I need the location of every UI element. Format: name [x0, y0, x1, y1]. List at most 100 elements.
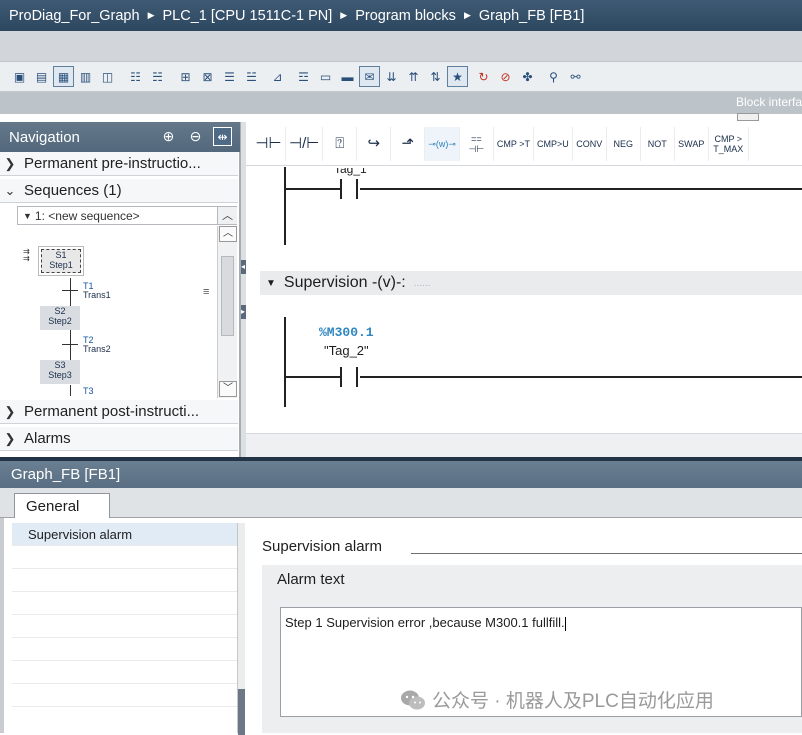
chevron-right-icon: ❯ [4, 430, 16, 446]
properties-splitter[interactable] [237, 523, 245, 735]
initial-step-icon: ⇉ ⇉ [23, 247, 30, 263]
window-controls-strip [0, 31, 802, 62]
cmp-t-max-button[interactable]: CMP > T_MAX [709, 126, 749, 161]
step-1[interactable]: S1 Step1 [38, 246, 84, 276]
insert-row-icon[interactable]: ⊞ [176, 67, 195, 86]
supervision-comment[interactable]: ...... [414, 278, 431, 289]
interface-splitter-handle[interactable] [737, 113, 759, 121]
breadcrumb-program-blocks[interactable]: Program blocks [355, 8, 456, 24]
list-item-supervision-alarm[interactable]: Supervision alarm [12, 523, 237, 545]
no-contact[interactable] [340, 367, 358, 387]
transition-number: T3 [83, 386, 94, 396]
dropdown-arrow-icon: ▼ [23, 210, 32, 221]
uncomment-icon[interactable]: ☱ [242, 67, 261, 86]
nav-row-post-instructions[interactable]: ❯ Permanent post-instructi... [0, 400, 238, 424]
comment-toggle-icon[interactable]: ✉ [359, 66, 380, 87]
sequence-link [70, 330, 71, 360]
compare-icon[interactable]: ✤ [518, 67, 537, 86]
transition-name: Trans1 [83, 290, 111, 300]
refresh-icon[interactable]: ↻ [474, 67, 493, 86]
delete-network-icon[interactable]: ☵ [148, 67, 167, 86]
insert-network-icon[interactable]: ☷ [126, 67, 145, 86]
comment-icon[interactable]: ☰ [220, 67, 239, 86]
delete-row-icon[interactable]: ⊠ [198, 67, 217, 86]
nav-row-label: Alarms [24, 430, 71, 447]
nav-row-label: Permanent pre-instructio... [24, 155, 201, 172]
nav-row-pre-instructions[interactable]: ❯ Permanent pre-instructio... [0, 152, 238, 176]
expand-icon[interactable]: ⇊ [382, 67, 401, 86]
sequence-overview: ⇉ ⇉ S1 Step1 T1 Trans1 S2 Step2 T2 Trans2… [17, 226, 217, 396]
print-icon[interactable]: ▤ [32, 67, 51, 86]
collapse-icon[interactable]: ⇈ [404, 67, 423, 86]
transition-1[interactable]: T1 Trans1 [83, 282, 111, 300]
nc-contact-icon[interactable]: ⊣/⊢ [286, 126, 324, 161]
neg-button[interactable]: NEG [607, 126, 641, 161]
download-icon[interactable]: ◫ [98, 67, 117, 86]
tab-general[interactable]: General [14, 493, 110, 519]
step-number: S1 [55, 250, 67, 260]
stop-icon[interactable]: ⊘ [496, 67, 515, 86]
step-3[interactable]: S3 Step3 [40, 360, 80, 384]
properties-title: Graph_FB [FB1] [0, 461, 802, 488]
transition-bar [62, 290, 78, 291]
scroll-down-icon[interactable]: ﹀ [219, 381, 237, 397]
block-interface-label[interactable]: Block interfa [736, 95, 802, 109]
breadcrumb-plc[interactable]: PLC_1 [CPU 1511C-1 PN] [163, 8, 333, 24]
supervision-coil-icon[interactable]: ⊸(w)⊸ [425, 126, 460, 161]
no-contact-icon[interactable]: ⊣⊢ [252, 126, 286, 161]
scroll-thumb[interactable] [221, 256, 234, 336]
open-branch-icon[interactable]: ↪ [357, 126, 392, 161]
sequence-dropdown[interactable]: ▼ 1: <new sequence> [17, 206, 237, 225]
supervision-section-header[interactable]: ▼ Supervision -(v)-: ...... [260, 271, 802, 295]
transition-2[interactable]: T2 Trans2 [83, 336, 111, 354]
zoom-in-icon[interactable]: ⊕ [159, 127, 178, 146]
splitter-grip[interactable] [238, 689, 245, 735]
breadcrumb-graph-fb[interactable]: Graph_FB [FB1] [479, 8, 585, 24]
tag-icon[interactable]: ⚲ [544, 67, 563, 86]
navigation-title: Navigation [9, 128, 80, 146]
power-rail [284, 167, 286, 245]
empty-box-icon[interactable]: ⍰ [323, 126, 358, 161]
breadcrumb-separator-icon: ▶ [340, 10, 348, 20]
monitor-icon[interactable]: ▦ [53, 66, 74, 87]
no-contact[interactable] [340, 179, 358, 199]
sequence-dropdown-value: 1: <new sequence> [34, 208, 140, 223]
tag-address[interactable]: %M300.1 [319, 325, 374, 340]
step-name: Step1 [49, 260, 73, 270]
collapse-triangle-icon: ▼ [266, 277, 276, 289]
compare-contact-icon[interactable]: == ⊣⊢ [460, 126, 494, 161]
alarm-text-label: Alarm text [277, 571, 345, 588]
overview-scrollbar[interactable]: ︿ ﹀ [217, 226, 237, 398]
compile-icon[interactable]: ▥ [76, 67, 95, 86]
tag-label[interactable]: "Tag_2" [324, 343, 369, 358]
favorites-icon[interactable]: ★ [447, 66, 468, 87]
ladder-wire [360, 188, 802, 190]
close-branch-icon[interactable]: ⬏ [391, 126, 426, 161]
step-2[interactable]: S2 Step2 [40, 306, 80, 330]
breadcrumb-project[interactable]: ProDiag_For_Graph [9, 8, 140, 24]
editor-footer [246, 433, 802, 457]
collapse-arrow-icon[interactable]: ︿ [217, 207, 237, 224]
nav-row-alarms[interactable]: ❯ Alarms [0, 427, 238, 451]
save-icon[interactable]: ▣ [10, 67, 29, 86]
zoom-out-icon[interactable]: ⊖ [186, 127, 205, 146]
list-icon[interactable]: ☲ [294, 67, 313, 86]
table-icon[interactable]: ▭ [316, 67, 335, 86]
interface-band [0, 92, 802, 114]
text-caret [564, 616, 566, 631]
navigation-panel: Navigation ⊕ ⊖ ⇹ ❯ Permanent pre-instruc… [0, 122, 240, 457]
absolute-icon[interactable]: ⊿ [268, 67, 287, 86]
split-view-icon[interactable]: ▬ [338, 67, 357, 86]
sequence-link [70, 278, 71, 306]
not-button[interactable]: NOT [641, 126, 675, 161]
fit-width-icon[interactable]: ⇹ [213, 127, 232, 146]
swap-button[interactable]: SWAP [675, 126, 709, 161]
cmp-u-button[interactable]: CMP>U [534, 126, 573, 161]
symbol-icon[interactable]: ⚯ [566, 67, 585, 86]
nav-row-sequences[interactable]: ⌄ Sequences (1) [0, 179, 238, 203]
conv-button[interactable]: CONV [573, 126, 607, 161]
scroll-up-icon[interactable]: ︿ [219, 226, 237, 242]
overview-icon[interactable]: ⇅ [426, 67, 445, 86]
transition-3[interactable]: T3 [83, 387, 94, 396]
cmp-t-button[interactable]: CMP >T [494, 126, 534, 161]
